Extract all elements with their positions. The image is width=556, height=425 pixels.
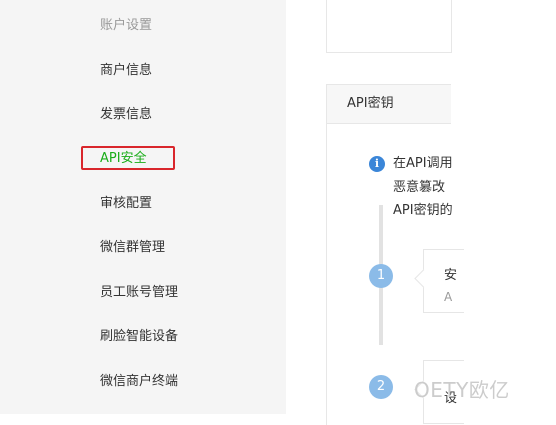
sidebar-item-merchant-info[interactable]: 商户信息 [100, 63, 152, 79]
step-1-subtitle: A [444, 290, 453, 304]
step-1-title: 安 [444, 268, 458, 283]
sidebar-item-staff-account-management[interactable]: 员工账号管理 [100, 285, 178, 301]
step-2-badge: 2 [369, 375, 393, 399]
sidebar-item-wechat-merchant-terminal[interactable]: 微信商户终端 [100, 374, 178, 390]
info-icon: i [369, 156, 385, 172]
sidebar: 账户设置 商户信息 发票信息 API安全 审核配置 微信群管理 员工账号管理 刷… [0, 0, 286, 414]
panel-title: API密钥 [327, 85, 451, 124]
watermark-text: OETY欧亿 [414, 378, 510, 402]
info-text-line-1: 在API调用 [393, 156, 453, 171]
sidebar-item-invoice-info[interactable]: 发票信息 [100, 107, 152, 123]
info-text-line-3: API密钥的 [393, 203, 453, 218]
main-content: API密钥 i 在API调用 恶意篡改 API密钥的 1 安 A 2 设 [286, 0, 556, 425]
sidebar-item-wechat-group-management[interactable]: 微信群管理 [100, 240, 165, 256]
info-text-line-2: 恶意篡改 [393, 180, 446, 195]
top-card [326, 0, 452, 53]
step-1-card: 安 A [414, 249, 464, 313]
step-1-badge: 1 [369, 264, 393, 288]
sidebar-item-api-security[interactable]: API安全 [100, 151, 147, 167]
sidebar-item-face-pay-devices[interactable]: 刷脸智能设备 [100, 329, 178, 345]
sidebar-group-account-settings: 账户设置 [100, 18, 153, 33]
sidebar-item-review-config[interactable]: 审核配置 [100, 196, 152, 212]
